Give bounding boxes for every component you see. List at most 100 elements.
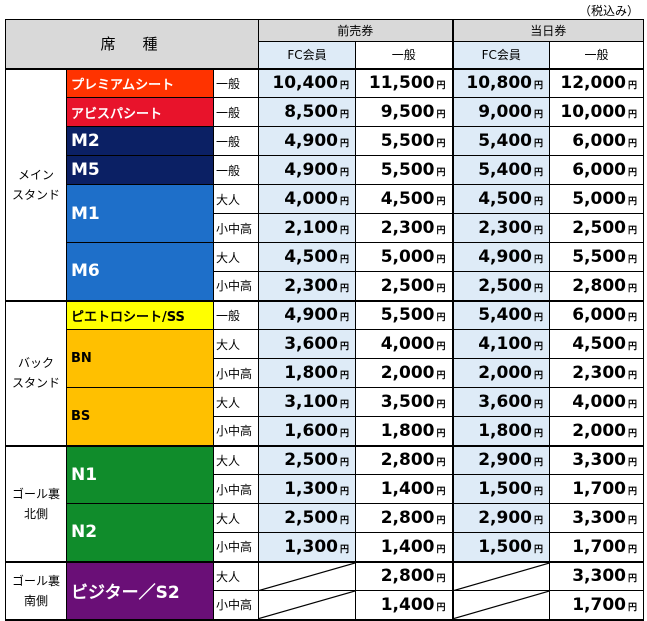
seat-name-bn: BN bbox=[66, 329, 214, 388]
advance-fc-header: FC会員 bbox=[258, 41, 356, 70]
diagonal-slash-icon bbox=[454, 591, 550, 619]
price-advance-fc: 3,100 円 bbox=[258, 387, 356, 417]
price-same-day-fc: 9,000 円 bbox=[451, 97, 550, 127]
price-same-day-fc: 2,900 円 bbox=[451, 503, 550, 533]
price-same-day-general: 10,000 円 bbox=[549, 97, 644, 127]
price-same-day-general: 3,300 円 bbox=[549, 503, 644, 533]
ticket-type: 小中高 bbox=[213, 416, 259, 447]
price-value: 1,400 bbox=[380, 536, 435, 557]
price-value: 3,300 bbox=[572, 508, 626, 528]
ticket-type: 大人 bbox=[213, 387, 259, 417]
price-advance-fc: 4,900 円 bbox=[258, 155, 356, 185]
price-same-day-general: 5,000 円 bbox=[549, 184, 644, 214]
ticket-type: 大人 bbox=[213, 445, 259, 475]
price-value: 2,800 bbox=[380, 450, 435, 471]
price-value: 1,500 bbox=[478, 536, 532, 557]
price-same-day-general: 1,700 円 bbox=[549, 590, 644, 621]
yen-unit: 円 bbox=[339, 139, 349, 149]
same-day-ticket-header: 当日券 bbox=[451, 19, 644, 42]
ticket-type: 小中高 bbox=[213, 213, 259, 243]
seat-name-m5: M5 bbox=[66, 155, 214, 185]
price-value: 4,000 bbox=[572, 392, 626, 412]
price-value: 1,700 bbox=[572, 594, 626, 615]
yen-unit: 円 bbox=[627, 458, 637, 469]
price-value: 4,900 bbox=[284, 160, 338, 180]
price-same-day-general: 3,300 円 bbox=[549, 561, 644, 591]
price-value: 6,000 bbox=[572, 160, 626, 180]
yen-unit: 円 bbox=[533, 110, 543, 120]
ticket-type: 小中高 bbox=[213, 358, 259, 388]
yen-unit: 円 bbox=[627, 428, 637, 439]
yen-unit: 円 bbox=[339, 226, 349, 236]
price-advance-general: 3,500 円 bbox=[355, 387, 453, 417]
seat-name-n2: N2 bbox=[66, 503, 214, 563]
yen-unit: 円 bbox=[339, 458, 349, 469]
area-label-goal_south: ゴール裏 南側 bbox=[5, 561, 67, 621]
yen-unit: 円 bbox=[436, 342, 446, 352]
seat-name-m6: M6 bbox=[66, 242, 214, 302]
yen-unit: 円 bbox=[627, 544, 637, 555]
price-same-day-fc: 1,500 円 bbox=[451, 474, 550, 504]
price-value: 10,800 bbox=[466, 73, 532, 94]
price-same-day-general: 12,000 円 bbox=[549, 68, 644, 98]
price-value: 5,400 bbox=[478, 305, 532, 326]
price-same-day-general: 4,500 円 bbox=[549, 329, 644, 359]
yen-unit: 円 bbox=[627, 574, 637, 585]
yen-unit: 円 bbox=[627, 400, 637, 410]
advance-ticket-header: 前売券 bbox=[258, 19, 453, 42]
price-same-day-fc: 4,500 円 bbox=[451, 184, 550, 214]
ticket-type: 大人 bbox=[213, 561, 259, 591]
price-value: 3,100 bbox=[284, 392, 338, 412]
yen-unit: 円 bbox=[627, 602, 637, 613]
price-value: 4,500 bbox=[572, 334, 626, 354]
ticket-type: 一般 bbox=[213, 300, 259, 330]
price-value: 5,400 bbox=[478, 131, 532, 151]
yen-unit: 円 bbox=[436, 428, 446, 439]
yen-unit: 円 bbox=[627, 313, 637, 324]
yen-unit: 円 bbox=[533, 428, 543, 439]
price-value: 1,300 bbox=[284, 536, 338, 557]
price-advance-fc: 2,500 円 bbox=[258, 445, 356, 475]
seat-name-n1: N1 bbox=[66, 445, 214, 504]
yen-unit: 円 bbox=[339, 516, 349, 526]
yen-unit: 円 bbox=[436, 168, 446, 178]
price-value: 4,000 bbox=[284, 189, 338, 209]
price-advance-fc: 2,100 円 bbox=[258, 213, 356, 243]
price-value: 3,500 bbox=[380, 392, 435, 412]
price-value: 1,500 bbox=[478, 479, 532, 499]
price-value: 5,500 bbox=[380, 131, 435, 151]
area-label-goal_north: ゴール裏 北側 bbox=[5, 445, 67, 563]
seat-name-bs: BS bbox=[66, 387, 214, 447]
price-same-day-fc: 2,500 円 bbox=[451, 271, 550, 302]
price-advance-fc: 4,900 円 bbox=[258, 126, 356, 156]
same-day-fc-header: FC会員 bbox=[451, 41, 550, 70]
seat-name-visitor: ビジター／S2 bbox=[66, 561, 214, 621]
seat-name-m1: M1 bbox=[66, 184, 214, 243]
yen-unit: 円 bbox=[436, 313, 446, 324]
price-value: 3,300 bbox=[572, 566, 626, 587]
price-value: 2,500 bbox=[478, 275, 532, 296]
price-advance-general: 5,500 円 bbox=[355, 300, 453, 330]
yen-unit: 円 bbox=[436, 81, 446, 92]
price-value: 2,000 bbox=[380, 363, 435, 383]
price-value: 5,500 bbox=[572, 247, 626, 267]
yen-unit: 円 bbox=[627, 81, 637, 92]
price-advance-general: 2,800 円 bbox=[355, 561, 453, 591]
yen-unit: 円 bbox=[436, 110, 446, 120]
price-advance-fc: 2,300 円 bbox=[258, 271, 356, 302]
yen-unit: 円 bbox=[533, 255, 543, 265]
price-value: 6,000 bbox=[572, 305, 626, 326]
area-label-main: メイン スタンド bbox=[5, 68, 67, 302]
price-advance-general: 2,300 円 bbox=[355, 213, 453, 243]
price-advance-general: 4,000 円 bbox=[355, 329, 453, 359]
price-value: 9,500 bbox=[380, 102, 435, 122]
price-same-day-general: 3,300 円 bbox=[549, 445, 644, 475]
price-value: 5,000 bbox=[380, 247, 435, 267]
not-available-cell bbox=[451, 590, 550, 621]
yen-unit: 円 bbox=[339, 544, 349, 555]
price-value: 5,500 bbox=[380, 160, 435, 180]
price-value: 2,800 bbox=[380, 566, 435, 587]
price-value: 2,300 bbox=[572, 363, 626, 383]
price-same-day-general: 1,700 円 bbox=[549, 532, 644, 563]
yen-unit: 円 bbox=[533, 168, 543, 178]
